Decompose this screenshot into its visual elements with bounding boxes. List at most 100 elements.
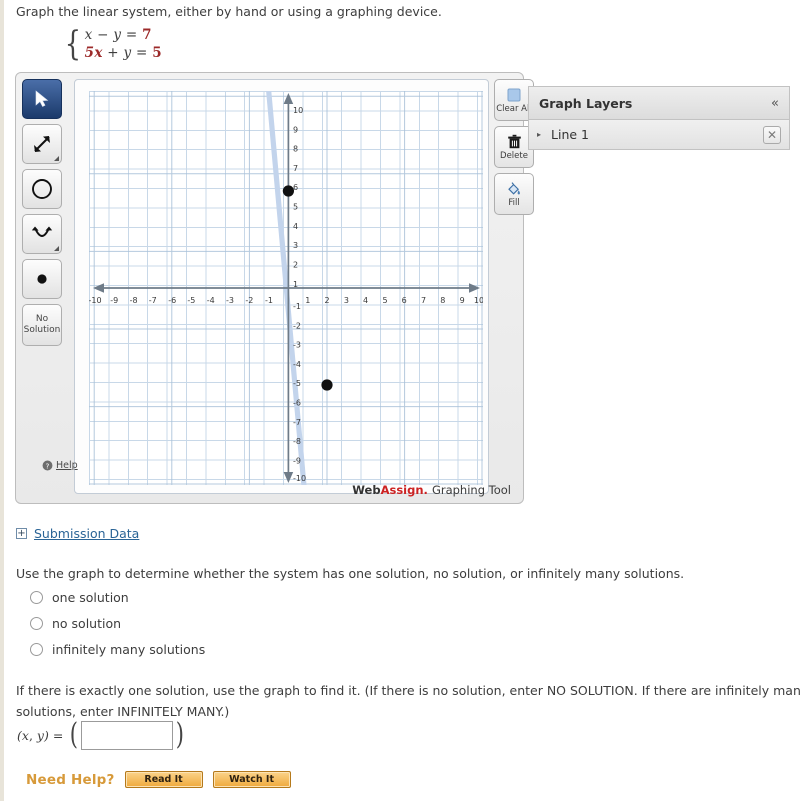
svg-text:-6: -6 xyxy=(293,399,301,408)
layer-label: Line 1 xyxy=(551,127,589,142)
double-arrow-line-icon xyxy=(34,136,50,152)
line-tool[interactable] xyxy=(22,124,62,164)
tool-expand-corner xyxy=(54,246,59,251)
no-solution-label: No Solution xyxy=(23,314,61,335)
svg-text:5: 5 xyxy=(382,296,387,305)
arrow-cursor-icon xyxy=(35,90,49,107)
graph-layers-header: Graph Layers « xyxy=(528,86,790,119)
expand-triangle-icon[interactable]: ▸ xyxy=(537,130,541,139)
svg-text:3: 3 xyxy=(293,241,298,250)
svg-text:2: 2 xyxy=(293,260,298,269)
radio-label: infinitely many solutions xyxy=(52,641,206,657)
read-it-button[interactable]: Read It xyxy=(124,771,203,788)
circle-icon xyxy=(32,179,52,199)
no-solution-tool[interactable]: No Solution xyxy=(22,304,62,346)
svg-text:7: 7 xyxy=(293,164,298,173)
plot-canvas: -2-3 -4-5 -6-7 -8-9 -10 -1 12 34 56 78 91… xyxy=(89,91,483,485)
brand-web: Web xyxy=(352,483,381,497)
svg-text:-10: -10 xyxy=(293,474,306,483)
svg-text:-7: -7 xyxy=(293,418,301,427)
prompt-text: Graph the linear system, either by hand … xyxy=(16,4,442,19)
svg-text:-2: -2 xyxy=(245,296,253,305)
need-help-label: Need Help? xyxy=(26,771,115,788)
plot-frame[interactable]: -2 -3 -4 -5 -6 -7 -8 -9 -10 -1 12 34 56 78 91… xyxy=(74,79,489,494)
delete-label: Delete xyxy=(500,150,528,161)
ordered-pair-input[interactable] xyxy=(81,720,174,750)
clear-all-label: Clear All xyxy=(496,103,532,114)
question-point-text: If there is exactly one solution, use th… xyxy=(16,683,800,719)
trash-icon xyxy=(507,134,521,148)
svg-text:1: 1 xyxy=(305,296,310,305)
graph-layers-panel: Graph Layers « ▸ Line 1 ✕ xyxy=(528,86,790,150)
radio-circle[interactable] xyxy=(30,590,43,604)
svg-text:4: 4 xyxy=(293,222,298,231)
submission-data-toggle[interactable]: + Submission Data xyxy=(16,526,139,541)
svg-text:-4: -4 xyxy=(293,360,301,369)
svg-text:-5: -5 xyxy=(293,379,301,388)
equation-1: x − y = 7 xyxy=(84,27,152,43)
plot-grid: -2 -3 -4 -5 -6 -7 -8 -9 -10 -1 12 34 56 78 91… xyxy=(89,91,483,485)
left-brace: { xyxy=(64,24,81,64)
blue-square-icon xyxy=(507,88,521,101)
parabola-tool[interactable] xyxy=(22,214,62,254)
radio-option-infinitely-many[interactable]: infinitely many solutions xyxy=(30,636,205,662)
graphing-tool-panel: No Solution -2 -3 -4 -5 -6 -7 -8 -9 -10 … xyxy=(15,72,534,504)
submission-data-link[interactable]: Submission Data xyxy=(34,526,139,541)
svg-text:10: 10 xyxy=(293,106,303,115)
radio-circle[interactable] xyxy=(30,642,43,656)
svg-text:10: 10 xyxy=(474,296,483,305)
y-axis-arrow-top xyxy=(283,93,294,104)
svg-text:-8: -8 xyxy=(293,437,301,446)
help-link[interactable]: ? Help xyxy=(42,460,78,471)
radio-label: no solution xyxy=(52,615,122,631)
collapse-chevron-icon[interactable]: « xyxy=(771,96,779,111)
svg-text:6: 6 xyxy=(402,296,407,305)
tool-palette: No Solution xyxy=(22,79,66,351)
question-choice-text: Use the graph to determine whether the s… xyxy=(16,566,685,581)
fill-button[interactable]: Fill xyxy=(494,173,534,215)
help-label: Help xyxy=(56,460,78,471)
close-paren: ) xyxy=(175,717,184,752)
solution-type-radio-group: one solution no solution infinitely many… xyxy=(30,584,205,662)
webassign-branding: WebAssign. Graphing Tool xyxy=(352,483,511,497)
svg-text:9: 9 xyxy=(460,296,465,305)
y-axis-tick-labels: 10 9 8 7 6 5 4 3 2 1 -1 -2 -3 -4 -5 -6 -7 -8 -9 -1… xyxy=(293,106,306,483)
expand-plus-icon[interactable]: + xyxy=(16,528,27,539)
select-tool[interactable] xyxy=(22,79,62,119)
point-tool[interactable] xyxy=(22,259,62,299)
equation-system: { x − y = 7 5x + y = 5 xyxy=(62,27,162,61)
svg-text:-3: -3 xyxy=(293,341,301,350)
svg-text:5: 5 xyxy=(293,203,298,212)
need-help-section: Need Help? Read It Watch It xyxy=(26,771,291,788)
svg-text:1: 1 xyxy=(293,280,298,289)
fill-label: Fill xyxy=(508,197,520,208)
radio-option-no-solution[interactable]: no solution xyxy=(30,610,205,636)
delete-layer-icon[interactable]: ✕ xyxy=(763,125,781,144)
question-mark-icon: ? xyxy=(42,460,53,471)
paint-bucket-icon xyxy=(508,181,520,195)
svg-text:4: 4 xyxy=(363,296,368,305)
radio-option-one-solution[interactable]: one solution xyxy=(30,584,205,610)
svg-text:8: 8 xyxy=(440,296,445,305)
svg-text:6: 6 xyxy=(293,183,298,192)
svg-text:-6: -6 xyxy=(168,296,176,305)
svg-text:-1: -1 xyxy=(293,302,301,311)
answer-row: (x, y) = ( ) xyxy=(17,720,186,750)
watch-it-button[interactable]: Watch It xyxy=(212,771,291,788)
x-axis-arrow-right xyxy=(469,283,480,293)
radio-label: one solution xyxy=(52,589,129,605)
svg-text:7: 7 xyxy=(421,296,426,305)
svg-text:2: 2 xyxy=(324,296,329,305)
svg-text:-2: -2 xyxy=(293,321,301,330)
layer-row-line-1[interactable]: ▸ Line 1 ✕ xyxy=(528,119,790,150)
radio-circle[interactable] xyxy=(30,616,43,630)
svg-text:-7: -7 xyxy=(149,296,157,305)
parabola-icon xyxy=(31,226,53,237)
brand-assign: Assign. xyxy=(380,483,428,497)
circle-tool[interactable] xyxy=(22,169,62,209)
svg-text:-3: -3 xyxy=(226,296,234,305)
tool-expand-corner xyxy=(54,156,59,161)
open-paren: ( xyxy=(70,717,79,752)
svg-text:-1: -1 xyxy=(265,296,273,305)
svg-text:8: 8 xyxy=(293,145,298,154)
